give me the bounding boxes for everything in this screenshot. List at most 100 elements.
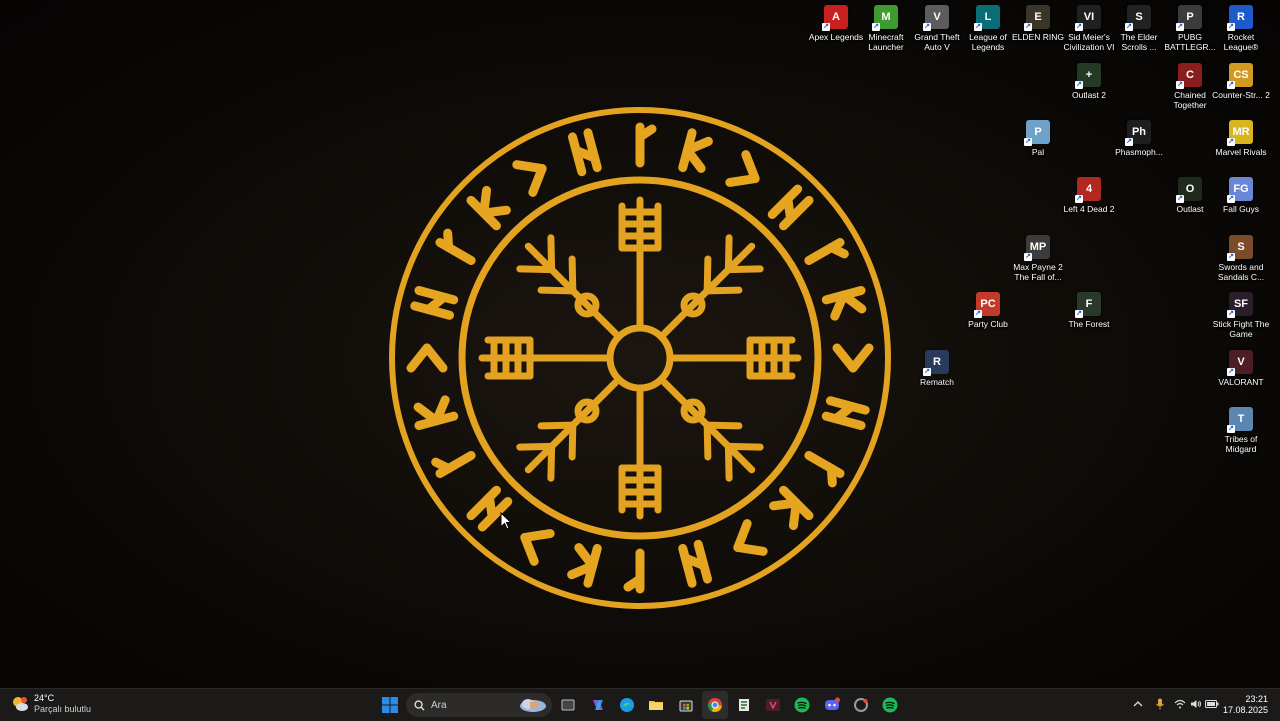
rune-glyph [623, 548, 645, 594]
rune-glyph [431, 451, 476, 478]
shortcut-arrow-icon: ↗ [1227, 195, 1235, 203]
desktop-icon-label: Max Payne 2 The Fall of... [1013, 262, 1063, 282]
desktop-icon[interactable]: R ↗ Rocket League® [1213, 5, 1269, 52]
shortcut-arrow-icon: ↗ [1125, 23, 1133, 31]
taskbar-copilot[interactable] [588, 695, 608, 715]
tray-microphone[interactable] [1153, 697, 1167, 711]
weather-description: Parçalı bulutlu [34, 704, 92, 714]
mouse-cursor-icon [500, 512, 512, 530]
icon-glyph: L [984, 11, 992, 23]
desktop-icon[interactable]: 4 ↗ Left 4 Dead 2 [1061, 177, 1117, 214]
rune-glyph [821, 285, 867, 321]
shortcut-arrow-icon: ↗ [1227, 253, 1235, 261]
rune-glyph [567, 543, 602, 588]
taskbar: 24°C Parçalı bulutlu Ara 23:21 17.08.202… [0, 688, 1280, 721]
taskbar-edge[interactable] [617, 695, 637, 715]
discord-icon [825, 697, 840, 710]
stave-arm [478, 336, 610, 380]
desktop-icon-label: The Forest [1068, 319, 1110, 329]
desktop-icon[interactable]: + ↗ Outlast 2 [1061, 63, 1117, 100]
taskbar-discord[interactable] [822, 695, 842, 715]
document-app-icon [739, 699, 749, 711]
desktop-icon[interactable]: CS ↗ Counter-Str... 2 [1212, 63, 1270, 100]
taskbar-spotify[interactable] [792, 695, 812, 715]
start-button[interactable] [380, 695, 400, 715]
shortcut-arrow-icon: ↗ [1075, 23, 1083, 31]
app-shortcut-icon: PC ↗ [974, 292, 1000, 318]
desktop-icon[interactable]: C ↗ Chained Together [1162, 63, 1218, 110]
desktop-icon[interactable]: SF ↗ Stick Fight The Game [1213, 292, 1269, 339]
desktop-icon[interactable]: S ↗ Swords and Sandals C... [1213, 235, 1269, 282]
shortcut-arrow-icon: ↗ [1227, 310, 1235, 318]
spotify-icon [794, 697, 810, 713]
sync-app-icon [854, 698, 868, 712]
icon-glyph: MR [1232, 126, 1250, 138]
app-shortcut-icon: R ↗ [923, 350, 949, 376]
desktop-icon-label: Marvel Rivals [1215, 147, 1267, 157]
icon-glyph: 4 [1085, 183, 1093, 195]
shortcut-arrow-icon: ↗ [1227, 23, 1235, 31]
app-shortcut-icon: MP ↗ [1024, 235, 1050, 261]
app-shortcut-icon: 4 ↗ [1075, 177, 1101, 203]
speaker-icon [1191, 700, 1201, 708]
taskbar-app-document[interactable] [734, 695, 754, 715]
shortcut-arrow-icon: ↗ [1227, 138, 1235, 146]
app-shortcut-icon: C ↗ [1176, 63, 1202, 89]
weather-temperature: 24°C [34, 693, 55, 703]
taskbar-chrome[interactable] [702, 691, 728, 719]
taskbar-search[interactable]: Ara [406, 693, 552, 717]
desktop-icon[interactable]: T ↗ Tribes of Midgard [1213, 407, 1269, 454]
app-shortcut-icon: VI ↗ [1075, 5, 1101, 31]
shortcut-arrow-icon: ↗ [923, 23, 931, 31]
rune-glyph [769, 485, 814, 531]
desktop-icon[interactable]: V ↗ VALORANT [1213, 350, 1269, 387]
desktop-icon[interactable]: Ph ↗ Phasmoph... [1111, 120, 1167, 157]
shortcut-arrow-icon: ↗ [1176, 81, 1184, 89]
desktop-icon[interactable]: R ↗ Rematch [909, 350, 965, 387]
desktop-icon[interactable]: MR ↗ Marvel Rivals [1213, 120, 1269, 157]
app-shortcut-icon: T ↗ [1227, 407, 1253, 433]
app-shortcut-icon: L ↗ [974, 5, 1000, 31]
wifi-icon [1174, 699, 1186, 709]
taskbar-file-explorer[interactable] [646, 695, 666, 715]
icon-glyph: S [1135, 11, 1143, 23]
tray-overflow-button[interactable] [1131, 697, 1145, 711]
taskbar-spotify-2[interactable] [880, 695, 900, 715]
shortcut-arrow-icon: ↗ [1024, 253, 1032, 261]
desktop-icon[interactable]: FG ↗ Fall Guys [1213, 177, 1269, 214]
weather-widget[interactable]: 24°C Parçalı bulutlu [10, 693, 91, 715]
tray-wifi[interactable] [1173, 697, 1187, 711]
taskbar-store[interactable] [676, 695, 696, 715]
desktop-icon[interactable]: P ↗ Pal [1010, 120, 1066, 157]
icon-glyph: A [832, 11, 840, 23]
icon-glyph: + [1085, 69, 1093, 81]
icon-glyph: V [933, 11, 941, 23]
desktop-icon-label: Fall Guys [1223, 204, 1259, 214]
shortcut-arrow-icon: ↗ [872, 23, 880, 31]
taskbar-app-circle[interactable] [851, 695, 871, 715]
taskbar-app-media[interactable] [763, 695, 783, 715]
icon-glyph: Ph [1131, 126, 1147, 138]
icon-glyph: MP [1029, 241, 1047, 253]
desktop-icon[interactable]: F ↗ The Forest [1061, 292, 1117, 329]
shortcut-arrow-icon: ↗ [1227, 81, 1235, 89]
app-shortcut-icon: P ↗ [1176, 5, 1202, 31]
taskbar-clock[interactable]: 23:21 17.08.2025 [1223, 694, 1268, 716]
app-shortcut-icon: CS ↗ [1227, 63, 1253, 89]
app-shortcut-icon: P ↗ [1024, 120, 1050, 146]
app-shortcut-icon: FG ↗ [1227, 177, 1253, 203]
icon-glyph: F [1085, 298, 1093, 310]
desktop-icon[interactable]: L ↗ League of Legends [960, 5, 1016, 52]
rune-glyph [678, 539, 713, 588]
desktop-icon-label: Rematch [919, 377, 954, 387]
desktop-icon-label: Swords and Sandals C... [1217, 262, 1265, 282]
shortcut-arrow-icon: ↗ [1075, 195, 1083, 203]
taskbar-task-view[interactable] [558, 695, 578, 715]
desktop-icon[interactable]: MP ↗ Max Payne 2 The Fall of... [1010, 235, 1066, 282]
tray-battery[interactable] [1205, 697, 1219, 711]
tray-volume[interactable] [1189, 697, 1203, 711]
desktop-icon[interactable]: PC ↗ Party Club [960, 292, 1016, 329]
rune-glyph [733, 519, 768, 556]
desktop[interactable]: A ↗ Apex Legends M ↗ Minecraft Launcher V ↗ Gran… [0, 0, 1280, 688]
rune-glyph [804, 238, 849, 265]
